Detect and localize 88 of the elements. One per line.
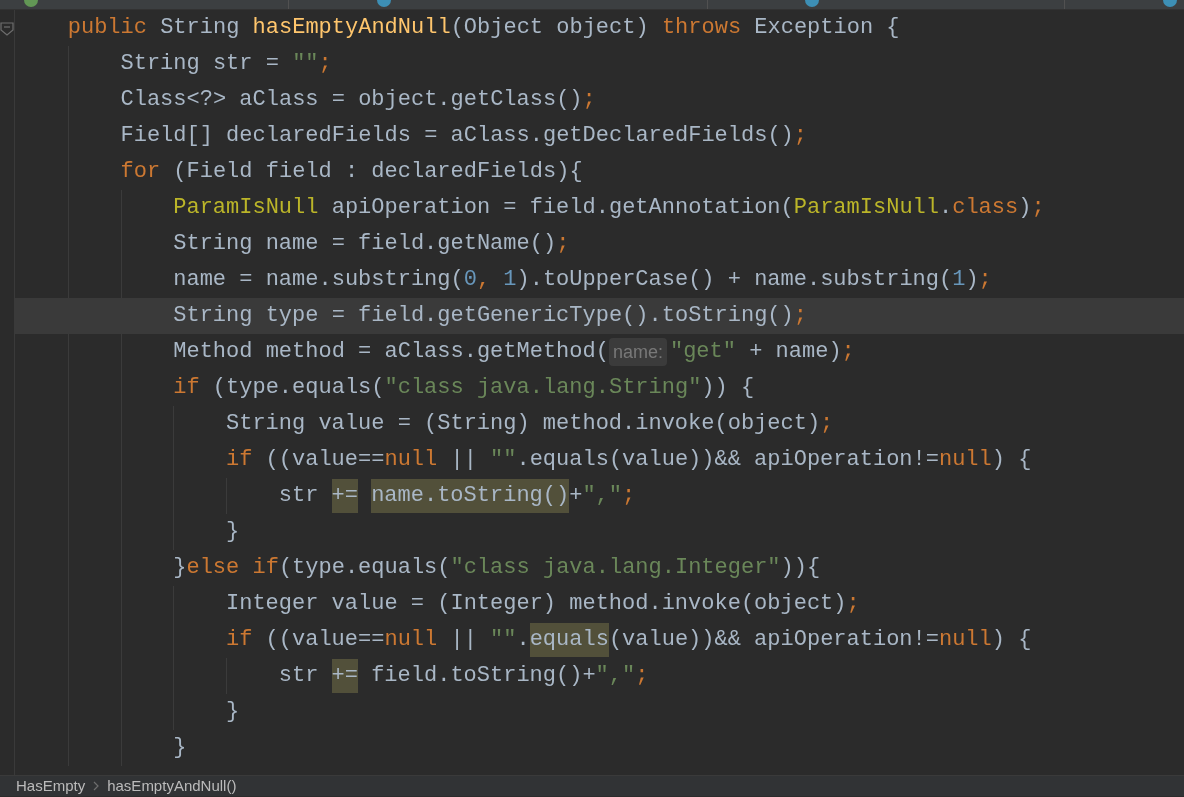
code-token: throws — [661, 14, 743, 42]
parameter-hint: name: — [608, 338, 667, 366]
code-token: + — [569, 482, 583, 510]
code-token: (Object object) — [450, 14, 650, 42]
chevron-icon — [93, 781, 100, 791]
breadcrumb-item[interactable]: hasEmptyAndNull() — [107, 774, 237, 797]
code-token: (value))&& apiOperation!= — [608, 626, 939, 654]
code-token: str — [278, 662, 320, 690]
code-token: "get" — [669, 338, 737, 366]
code-token: 1 — [503, 266, 517, 294]
code-token: "class java.lang.String" — [384, 374, 702, 402]
code-token: ((value== — [265, 446, 385, 474]
code-token: . — [939, 194, 953, 222]
code-token: Field[] declaredFields = aClass.getDeclaredFields() — [120, 122, 794, 150]
code-token: if — [173, 374, 201, 402]
code-token: + name) — [749, 338, 842, 366]
code-token: } — [173, 734, 187, 762]
code-token: , — [476, 266, 492, 294]
code-token: hasEmptyAndNull — [252, 14, 451, 42]
code-token: ).toUpperCase() + name.substring( — [516, 266, 953, 294]
code-token: ((value== — [265, 626, 385, 654]
code-token: || — [450, 626, 478, 654]
code-token: ParamIsNull — [173, 194, 320, 222]
code-token: "," — [582, 482, 622, 510]
code-token: 1 — [952, 266, 966, 294]
code-token: ; — [978, 266, 992, 294]
code-token: )){ — [780, 554, 821, 582]
code-token: Method method = aClass.getMethod( — [173, 338, 609, 366]
code-token: } — [226, 698, 240, 726]
code-token: .equals(value))&& apiOperation!= — [516, 446, 939, 474]
code-token: )) { — [701, 374, 755, 402]
code-token: if — [226, 626, 254, 654]
code-token: "class java.lang.Integer" — [450, 554, 781, 582]
code-token: null — [384, 626, 439, 654]
code-token: ; — [1031, 194, 1045, 222]
code-token: ; — [622, 482, 636, 510]
code-token: . — [516, 626, 530, 654]
code-token: str — [278, 482, 320, 510]
code-token: String name = field.getName() — [173, 230, 557, 258]
code-token: "" — [490, 626, 517, 654]
code-token: String — [160, 14, 241, 42]
code-token: || — [450, 446, 478, 474]
code-token: String value = (String) method.invoke(object) — [226, 410, 821, 438]
code-token: 0 — [463, 266, 477, 294]
code-token: ; — [582, 86, 596, 114]
code-token: null — [938, 446, 992, 474]
code-token: (type.equals( — [212, 374, 385, 402]
code-token: String type = field.getGenericType().toString() — [173, 302, 794, 330]
code-token: public — [67, 14, 148, 42]
breadcrumb-item[interactable]: HasEmpty — [16, 774, 86, 797]
code-token: "" — [292, 50, 319, 78]
code-token: if — [226, 446, 254, 474]
code-token: field.toString()+ — [370, 662, 596, 690]
usage-highlight: equals — [529, 623, 609, 657]
usage-highlight: += — [331, 659, 358, 693]
code-token: ; — [556, 230, 570, 258]
code-token: "" — [490, 446, 517, 474]
code-token: apiOperation = field.getAnnotation( — [331, 194, 794, 222]
code-token: } — [226, 518, 240, 546]
code-token: ; — [846, 590, 860, 618]
code-token: ; — [793, 122, 807, 150]
code-token: ; — [841, 338, 855, 366]
code-token: Exception { — [754, 14, 900, 42]
code-token: String str = — [120, 50, 280, 78]
usage-highlight: name.toString() — [371, 479, 570, 513]
code-token: } — [173, 554, 187, 582]
code-token: class — [952, 194, 1019, 222]
code-token: Integer value = (Integer) method.invoke(object) — [226, 590, 847, 618]
code-token: ; — [793, 302, 807, 330]
fold-icon[interactable] — [0, 22, 14, 36]
usage-highlight: += — [331, 479, 358, 513]
code-token: ; — [820, 410, 834, 438]
code-token: (Field field : declaredFields){ — [173, 158, 583, 186]
code-token: "," — [595, 662, 636, 690]
code-token: else if — [186, 554, 279, 582]
code-token: null — [938, 626, 992, 654]
code-token: Class<?> aClass = object.getClass() — [120, 86, 583, 114]
code-token: ) { — [991, 626, 1032, 654]
code-token: ParamIsNull — [793, 194, 939, 222]
code-token: ) { — [991, 446, 1032, 474]
code-token: (type.equals( — [278, 554, 451, 582]
code-token: ; — [318, 50, 332, 78]
code-token: for — [120, 158, 162, 186]
code-token: ; — [635, 662, 649, 690]
code-token: ) — [1018, 194, 1032, 222]
code-token: name = name.substring( — [173, 266, 464, 294]
code-token: ) — [965, 266, 979, 294]
code-token: null — [384, 446, 439, 474]
